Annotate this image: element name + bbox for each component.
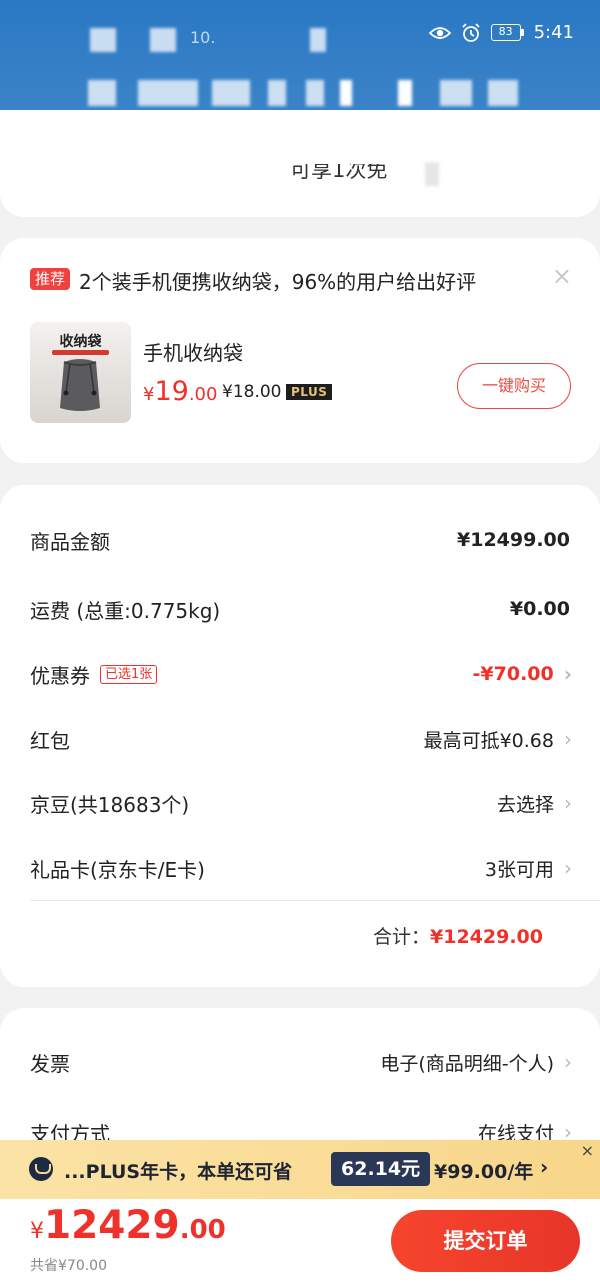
divider <box>30 900 600 901</box>
blurred-text <box>310 28 326 52</box>
price-decimal: .00 <box>188 384 218 405</box>
blurred-text <box>150 28 176 52</box>
price-currency: ¥ <box>143 384 155 405</box>
plus-annual-price: ¥99.00/年 <box>434 1161 534 1183</box>
blurred-text <box>306 80 324 106</box>
row-value-wrap: -¥70.00 › <box>472 662 572 686</box>
plus-promo-text: ...PLUS年卡，本单还可省 <box>64 1161 293 1183</box>
blurred-text <box>90 28 116 52</box>
plus-save-amount: 62.14元 <box>331 1152 431 1186</box>
blurred-text <box>425 162 439 186</box>
total-amount: ¥12429.00 <box>430 926 543 948</box>
close-icon[interactable]: × <box>552 262 572 290</box>
row-label: 发票 <box>30 1051 70 1076</box>
alarm-icon <box>461 22 481 43</box>
summary-row-red-packet[interactable]: 红包 最高可抵¥0.68 › <box>30 719 572 759</box>
chevron-right-icon: › <box>564 856 572 880</box>
total-decimal: .00 <box>179 1215 226 1245</box>
blurred-text <box>488 80 518 106</box>
summary-row-shipping: 运费 (总重:0.775kg) ¥0.00 <box>30 589 570 629</box>
shipping-partial-text: 可享1次免 <box>290 158 388 182</box>
row-value-wrap: 电子(商品明细-个人) › <box>380 1049 572 1076</box>
clock-time: 5:41 <box>533 22 574 43</box>
row-label: 优惠券 <box>30 663 90 688</box>
row-label: 商品金额 <box>30 529 110 554</box>
row-value: 去选择 <box>496 793 554 816</box>
row-label: 京豆(共18683个) <box>30 792 190 817</box>
blurred-text <box>340 80 352 106</box>
row-value-wrap: 最高可抵¥0.68 › <box>423 726 572 753</box>
total-label: 合计： <box>373 926 431 948</box>
row-value: ¥12499.00 <box>457 529 570 551</box>
plus-logo-icon <box>29 1157 53 1181</box>
price-integer: 19 <box>154 376 189 407</box>
row-label: 红包 <box>30 728 70 753</box>
plus-tag: PLUS <box>286 384 333 400</box>
submit-order-button[interactable]: 提交订单 <box>391 1210 580 1272</box>
blurred-text <box>398 80 412 106</box>
saved-amount: 共省¥70.00 <box>30 1258 107 1274</box>
shipping-card: 可享1次免 <box>0 110 600 217</box>
battery-level: 83 <box>490 24 521 41</box>
chevron-right-icon: › <box>540 1155 549 1179</box>
recommend-card: 推荐 2个装手机便携收纳袋，96%的用户给出好评 × 收纳袋 手机收纳袋 ¥19… <box>0 238 600 463</box>
order-summary-card: 商品金额 ¥12499.00 运费 (总重:0.775kg) ¥0.00 优惠券… <box>0 485 600 987</box>
row-label: 运费 (总重:0.775kg) <box>30 598 221 623</box>
plus-promo-bar[interactable]: ...PLUS年卡，本单还可省 62.14元 ¥99.00/年 › × <box>0 1140 600 1199</box>
summary-row-coupon[interactable]: 优惠券 已选1张 -¥70.00 › <box>30 654 572 694</box>
total-currency: ¥ <box>30 1219 44 1244</box>
row-value: 3张可用 <box>484 858 554 881</box>
row-value: ¥0.00 <box>509 598 570 620</box>
total-integer: 12429 <box>44 1203 180 1248</box>
pouch-illustration <box>60 359 100 411</box>
one-click-buy-button[interactable]: 一键购买 <box>457 363 571 409</box>
row-value: 最高可抵¥0.68 <box>423 729 554 752</box>
blurred-text <box>88 80 116 106</box>
row-value: 电子(商品明细-个人) <box>380 1052 554 1075</box>
product-image[interactable]: 收纳袋 <box>30 322 131 423</box>
product-name[interactable]: 手机收纳袋 <box>143 337 243 366</box>
close-icon[interactable]: × <box>581 1141 594 1160</box>
plus-price: ¥18.00 <box>222 382 282 402</box>
product-price: ¥19.00 <box>143 376 217 407</box>
row-label: 礼品卡(京东卡/E卡) <box>30 857 205 882</box>
coupon-selected-tag: 已选1张 <box>100 664 158 684</box>
checkout-bar: ¥12429.00 共省¥70.00 提交订单 <box>0 1199 600 1283</box>
payable-total: ¥12429.00 <box>30 1203 226 1248</box>
chevron-right-icon: › <box>564 1050 572 1074</box>
row-value-wrap: 去选择 › <box>496 790 572 817</box>
row-value-wrap: 3张可用 › <box>484 855 572 882</box>
obscured-status-text: 10. <box>190 28 216 47</box>
battery-icon: 83 <box>490 24 524 41</box>
summary-row-jingdou[interactable]: 京豆(共18683个) 去选择 › <box>30 783 572 823</box>
blurred-text <box>440 80 472 106</box>
summary-row-gift-card[interactable]: 礼品卡(京东卡/E卡) 3张可用 › <box>30 848 572 888</box>
chevron-right-icon: › <box>564 791 572 815</box>
recommend-title: 2个装手机便携收纳袋，96%的用户给出好评 <box>79 270 477 294</box>
blurred-text <box>138 80 198 106</box>
chevron-right-icon: › <box>563 662 572 686</box>
chevron-right-icon: › <box>564 727 572 751</box>
blurred-text <box>212 80 250 106</box>
blurred-text <box>268 80 286 106</box>
summary-row-goods-amount: 商品金额 ¥12499.00 <box>30 520 570 560</box>
row-invoice[interactable]: 发票 电子(商品明细-个人) › <box>30 1042 572 1082</box>
status-icons: 83 5:41 <box>428 22 574 43</box>
row-value: -¥70.00 <box>472 663 554 685</box>
recommend-badge: 推荐 <box>30 268 71 290</box>
eye-icon <box>428 25 451 41</box>
row-label-wrap: 优惠券 已选1张 <box>30 660 158 689</box>
order-total: 合计：¥12429.00 <box>373 922 543 949</box>
